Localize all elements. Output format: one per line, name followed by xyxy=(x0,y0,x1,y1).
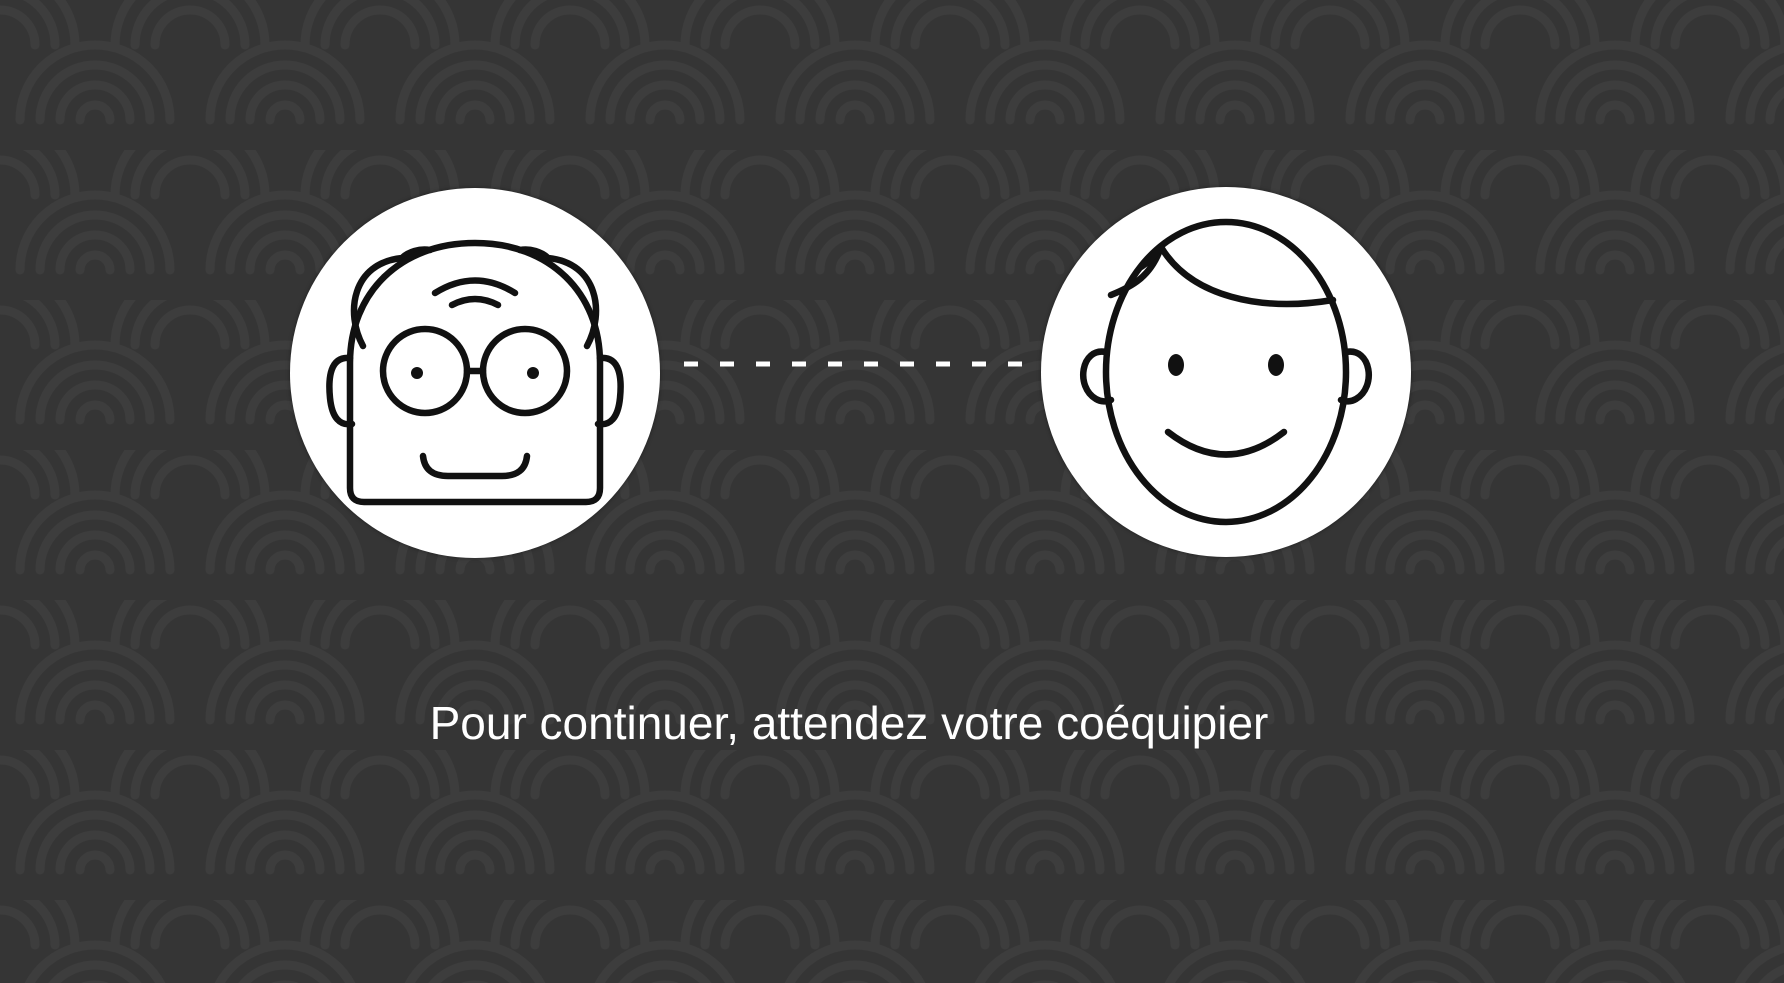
elderly-man-with-glasses-icon xyxy=(326,239,624,506)
smiling-boy-icon xyxy=(1080,218,1372,526)
background-pattern xyxy=(0,0,1784,983)
player-avatar xyxy=(290,188,660,558)
waiting-for-teammate-message: Pour continuer, attendez votre coéquipie… xyxy=(429,697,1269,749)
connection-dashed-line xyxy=(684,361,1026,367)
teammate-avatar xyxy=(1041,187,1411,557)
